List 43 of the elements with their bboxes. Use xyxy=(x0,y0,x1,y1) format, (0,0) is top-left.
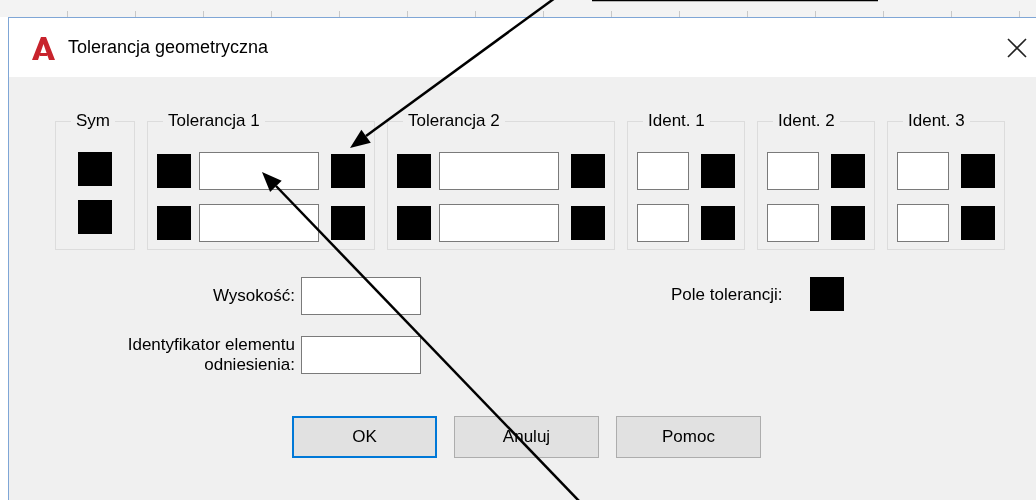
symbol-swatch[interactable] xyxy=(331,154,365,188)
field-label: Wysokość: xyxy=(211,286,295,306)
symbol-swatch[interactable] xyxy=(397,154,431,188)
symbol-swatch[interactable] xyxy=(961,154,995,188)
group-label: Tolerancja 1 xyxy=(167,111,261,131)
group-label: Ident. 3 xyxy=(907,111,966,131)
symbol-swatch[interactable] xyxy=(961,206,995,240)
input-field[interactable] xyxy=(301,336,421,374)
symbol-swatch[interactable] xyxy=(397,206,431,240)
input-field[interactable] xyxy=(897,152,949,190)
symbol-swatch[interactable] xyxy=(331,206,365,240)
input-field[interactable] xyxy=(637,152,689,190)
symbol-swatch[interactable] xyxy=(701,154,735,188)
symbol-swatch[interactable] xyxy=(571,154,605,188)
input-field[interactable] xyxy=(199,204,319,242)
symbol-swatch[interactable] xyxy=(831,154,865,188)
group-label: Ident. 2 xyxy=(777,111,836,131)
help-button[interactable]: Pomoc xyxy=(616,416,761,458)
field-label: Pole tolerancji: xyxy=(671,285,783,305)
symbol-swatch[interactable] xyxy=(701,206,735,240)
input-field[interactable] xyxy=(301,277,421,315)
app-icon xyxy=(30,34,56,61)
symbol-swatch[interactable] xyxy=(157,154,191,188)
symbol-swatch[interactable] xyxy=(78,200,112,234)
input-field[interactable] xyxy=(439,152,559,190)
input-field[interactable] xyxy=(637,204,689,242)
close-button[interactable] xyxy=(1006,36,1028,59)
group-label: Tolerancja 2 xyxy=(407,111,501,131)
input-field[interactable] xyxy=(897,204,949,242)
field-label: Identyfikator elementu odniesienia: xyxy=(126,335,295,375)
group-label: Sym xyxy=(75,111,111,131)
group-label: Ident. 1 xyxy=(647,111,706,131)
input-field[interactable] xyxy=(439,204,559,242)
window-title: Tolerancja geometryczna xyxy=(68,37,269,58)
input-field[interactable] xyxy=(199,152,319,190)
symbol-swatch[interactable] xyxy=(78,152,112,186)
ok-button[interactable]: OK xyxy=(292,416,437,458)
symbol-swatch[interactable] xyxy=(571,206,605,240)
input-field[interactable] xyxy=(767,204,819,242)
input-field[interactable] xyxy=(767,152,819,190)
symbol-swatch[interactable] xyxy=(157,206,191,240)
symbol-swatch[interactable] xyxy=(831,206,865,240)
color-swatch[interactable] xyxy=(809,277,844,311)
